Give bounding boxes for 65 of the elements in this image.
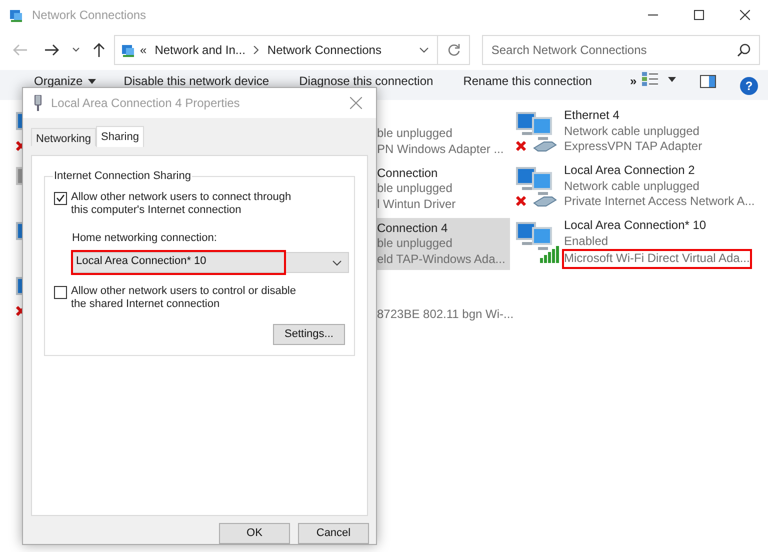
connection-status: ble unplugged	[377, 236, 454, 252]
device-name: 8723BE 802.11 bgn Wi-...	[377, 306, 510, 322]
up-arrow-icon	[92, 42, 106, 58]
device-name: Private Internet Access Network A...	[564, 194, 755, 210]
group-title: Internet Connection Sharing	[53, 170, 192, 183]
search-field[interactable]: Search Network Connections	[482, 35, 760, 65]
dropdown-field[interactable]: Local Area Connection* 10	[72, 252, 349, 274]
caret-icon	[668, 76, 676, 82]
caret-icon	[88, 78, 96, 84]
device-name: PN Windows Adapter ...	[377, 142, 505, 158]
network-folder-icon	[8, 7, 24, 23]
close-icon	[740, 10, 750, 20]
connection-name: Connection 4	[377, 220, 449, 236]
back-arrow-icon	[12, 43, 28, 57]
view-icon	[642, 72, 658, 86]
chevron-icon	[253, 46, 260, 54]
field-label: Home networking connection:	[72, 230, 218, 246]
tab[interactable]: Networking	[31, 128, 96, 146]
caret-icon	[332, 260, 342, 266]
command-button[interactable]: Organize	[34, 72, 96, 90]
search-icon	[737, 43, 751, 57]
forward-arrow-icon	[44, 43, 60, 57]
breadcrumb[interactable]: Network and In...	[154, 41, 246, 59]
ok-button[interactable]: OK	[219, 523, 290, 544]
connection-name: Connection	[377, 166, 439, 182]
refresh-icon	[446, 43, 461, 57]
connection-name: Local Area Connection 2	[564, 163, 696, 178]
connection-status: ble unplugged	[377, 126, 454, 142]
connection-name: Ethernet 4	[564, 108, 620, 124]
checkbox[interactable]	[54, 192, 67, 205]
caret-icon	[72, 47, 80, 53]
checkbox-label: Allow other network users to control or disable the shared Internet connection	[71, 285, 297, 312]
check-icon	[56, 194, 65, 202]
dropdown-caret-icon[interactable]	[419, 47, 430, 53]
checkbox[interactable]	[54, 286, 67, 300]
connection-status: Network cable unplugged	[564, 124, 700, 139]
connection-status: Enabled	[564, 234, 610, 249]
more-commands-button[interactable]: »	[630, 72, 637, 90]
tab[interactable]: Sharing	[96, 126, 144, 147]
device-name: ExpressVPN TAP Adapter	[564, 139, 702, 154]
connection-name: Local Area Connection* 10	[564, 218, 708, 234]
network-folder-icon	[120, 42, 136, 58]
preview-pane-button[interactable]	[700, 72, 716, 90]
breadcrumb[interactable]: Network Connections	[267, 41, 382, 59]
command-button[interactable]: Disable this network device	[124, 72, 270, 90]
checkbox-label: Allow other network users to connect through this computer's Internet connection	[71, 190, 292, 217]
device-name: Microsoft Wi-Fi Direct Virtual Ada...	[564, 251, 750, 266]
overflow-mark[interactable]: «	[140, 41, 147, 59]
close-icon	[350, 97, 362, 109]
connection-status: Network cable unplugged	[564, 178, 700, 194]
cancel-button[interactable]: Cancel	[298, 523, 369, 544]
command-button[interactable]: Rename this connection	[463, 72, 592, 90]
selected-value: Local Area Connection* 10	[73, 252, 284, 274]
help-button[interactable]: ?	[740, 77, 758, 95]
view-options-button[interactable]	[642, 72, 676, 86]
dialog-title: Local Area Connection 4 Properties	[51, 95, 240, 112]
connection-status: ble unplugged	[377, 181, 454, 197]
device-name: l Wintun Driver	[377, 196, 457, 212]
device-name: eld TAP-Windows Ada...	[377, 252, 506, 268]
maximize-icon	[694, 10, 704, 20]
settings-button[interactable]: Settings...	[273, 324, 345, 346]
preview-pane-icon	[700, 75, 716, 88]
command-button[interactable]: Diagnose this connection	[299, 72, 434, 90]
address-bar[interactable]: « Network and In... Network Connections	[114, 35, 470, 65]
window-title: Network Connections	[32, 7, 146, 24]
